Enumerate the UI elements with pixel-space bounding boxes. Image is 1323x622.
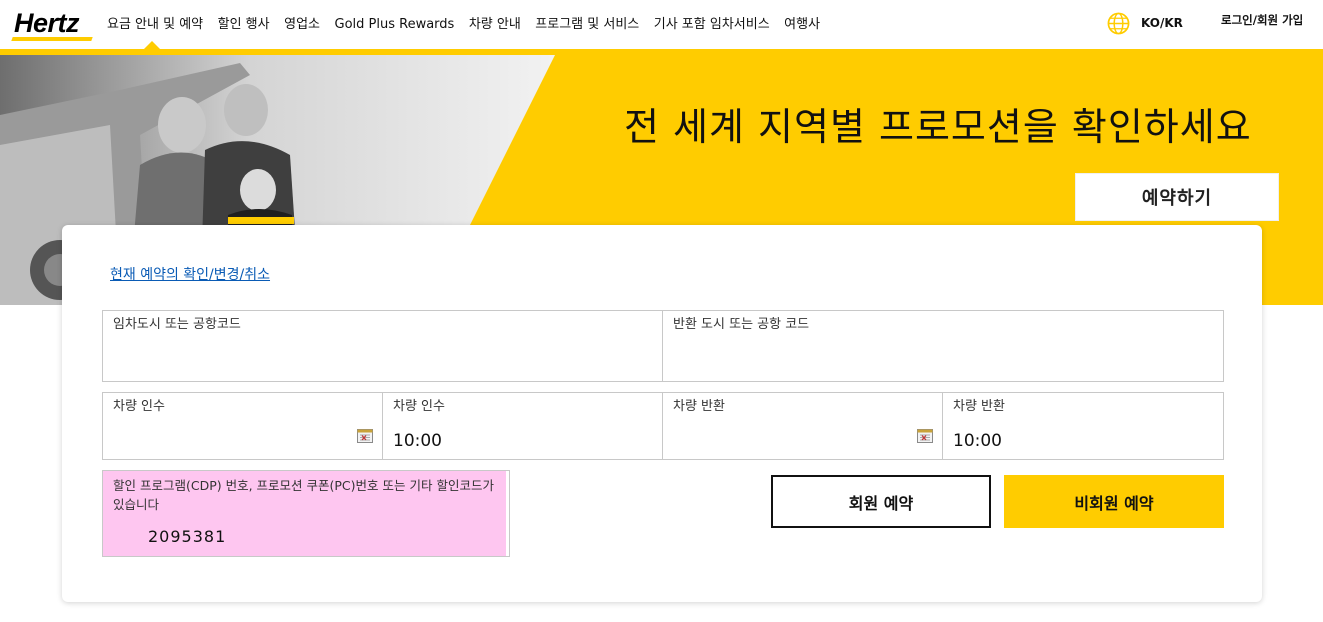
nav-item-travel-agents[interactable]: 여행사 — [784, 16, 820, 34]
logo-underline — [11, 37, 93, 41]
nav-item-programs-services[interactable]: 프로그램 및 서비스 — [535, 16, 639, 34]
guest-reservation-button[interactable]: 비회원 예약 — [1004, 475, 1224, 528]
pickup-date-label: 차량 인수 — [113, 399, 165, 414]
pickup-time-field[interactable]: 차량 인수 10:00 — [382, 392, 663, 460]
active-nav-caret — [144, 41, 160, 49]
return-date-field[interactable]: 차량 반환 — [662, 392, 943, 460]
nav-item-chauffeur-service[interactable]: 기사 포함 임차서비스 — [654, 16, 770, 34]
nav-item-rates-reservations[interactable]: 요금 안내 및 예약 — [107, 16, 203, 34]
member-reservation-button[interactable]: 회원 예약 — [771, 475, 991, 528]
hero-book-button[interactable]: 예약하기 — [1075, 173, 1279, 221]
nav-item-locations[interactable]: 영업소 — [284, 16, 320, 34]
discount-code-field[interactable]: 할인 프로그램(CDP) 번호, 프로모션 쿠폰(PC)번호 또는 기타 할인코… — [102, 470, 510, 557]
calendar-icon[interactable] — [357, 429, 373, 443]
nav-item-deals[interactable]: 할인 행사 — [218, 16, 270, 34]
manage-reservation-link[interactable]: 현재 예약의 확인/변경/취소 — [110, 266, 270, 284]
hero-title: 전 세계 지역별 프로모션을 확인하세요 — [624, 105, 1252, 149]
return-time-select[interactable]: 10:00 — [953, 431, 1002, 451]
nav-item-vehicles[interactable]: 차량 안내 — [469, 16, 521, 34]
booking-widget: 현재 예약의 확인/변경/취소 임차도시 또는 공항코드 반환 도시 또는 공항… — [62, 225, 1262, 602]
return-time-label: 차량 반환 — [953, 399, 1005, 414]
discount-code-highlight: 할인 프로그램(CDP) 번호, 프로모션 쿠폰(PC)번호 또는 기타 할인코… — [103, 471, 506, 556]
site-header: Hertz 요금 안내 및 예약 할인 행사 영업소 Gold Plus Rew… — [0, 0, 1323, 49]
logo-text: Hertz — [14, 8, 80, 38]
pickup-time-select[interactable]: 10:00 — [393, 431, 442, 451]
pickup-location-field[interactable]: 임차도시 또는 공항코드 — [102, 310, 663, 382]
return-time-field[interactable]: 차량 반환 10:00 — [942, 392, 1224, 460]
globe-icon[interactable] — [1107, 12, 1130, 35]
return-date-label: 차량 반환 — [673, 399, 725, 414]
pickup-time-label: 차량 인수 — [393, 399, 445, 414]
hertz-logo[interactable]: Hertz — [11, 8, 93, 42]
discount-code-input[interactable]: 2095381 — [148, 527, 226, 547]
login-signup-link[interactable]: 로그인/회원 가입 — [1221, 12, 1303, 28]
pickup-location-label: 임차도시 또는 공항코드 — [113, 317, 241, 332]
discount-code-label: 할인 프로그램(CDP) 번호, 프로모션 쿠폰(PC)번호 또는 기타 할인코… — [113, 478, 494, 512]
calendar-icon[interactable] — [917, 429, 933, 443]
return-location-field[interactable]: 반환 도시 또는 공항 코드 — [662, 310, 1224, 382]
nav-item-gold-plus-rewards[interactable]: Gold Plus Rewards — [335, 16, 455, 34]
language-selector[interactable]: KO/KR — [1141, 15, 1183, 31]
return-location-label: 반환 도시 또는 공항 코드 — [673, 317, 810, 332]
pickup-date-field[interactable]: 차량 인수 — [102, 392, 383, 460]
main-nav: 요금 안내 및 예약 할인 행사 영업소 Gold Plus Rewards 차… — [107, 16, 835, 34]
